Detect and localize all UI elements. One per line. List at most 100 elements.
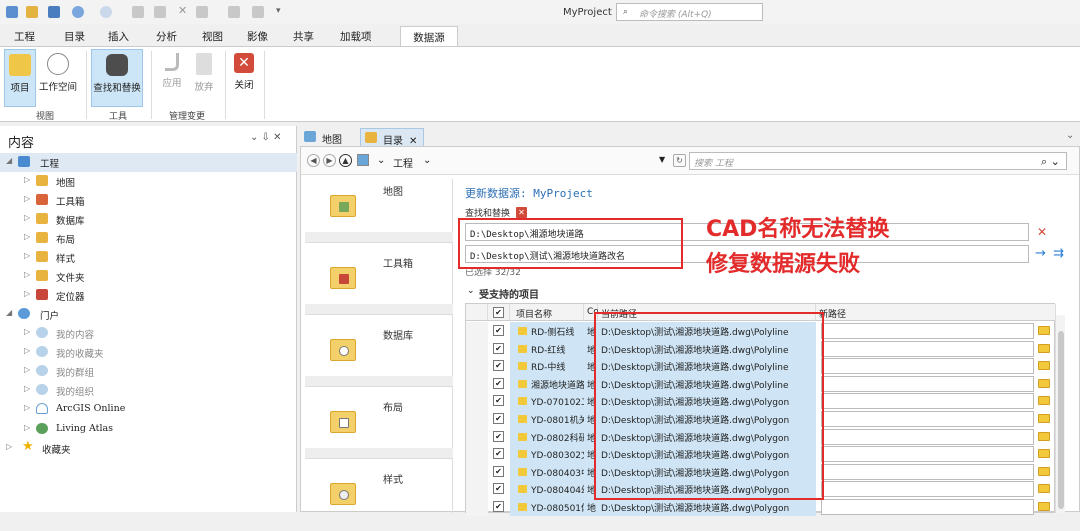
row-checkbox[interactable]: ✔ [493,430,504,442]
command-search-input[interactable]: ⌕ 命令搜索 (Alt+Q) [616,3,763,21]
row-checkbox[interactable]: ✔ [493,501,504,512]
tree-item-styles[interactable]: ▷ 样式 [0,248,297,267]
catalog-item-maps[interactable]: 地图 [305,179,453,243]
folder-browse-icon[interactable] [1038,414,1050,423]
save-edits-icon[interactable] [228,6,240,18]
folder-browse-icon[interactable] [1038,396,1050,406]
tree-item-my-organization[interactable]: ▷ 我的组织 [0,381,297,400]
select-icon[interactable] [196,6,208,18]
tab-view[interactable]: 视图 [202,29,223,44]
row-checkbox[interactable]: ✔ [493,465,504,477]
folder-browse-icon[interactable] [1038,449,1050,459]
folder-browse-icon[interactable] [1038,343,1050,353]
replace-icon[interactable]: → [1035,246,1046,261]
doc-tab-catalog[interactable]: 目录 ✕ [360,128,425,147]
tab-analysis[interactable]: 分析 [156,29,177,44]
up-icon[interactable]: ▲ [339,154,352,167]
close-button[interactable]: ✕ 关闭 [230,49,258,107]
chevron-down-icon[interactable]: ⌄ [1066,130,1074,141]
tree-item-my-content[interactable]: ▷ 我的内容 [0,324,297,343]
tree-item-databases[interactable]: ▷ 数据库 [0,210,297,229]
new-path-input[interactable] [821,358,1034,375]
catalog-search-input[interactable]: 搜索 工程 [689,152,1067,170]
catalog-item-layouts[interactable]: 布局 [305,395,453,459]
tree-item-living-atlas[interactable]: ▷ Living Atlas [0,420,297,439]
save-project-icon[interactable] [48,6,60,18]
replace-all-icon[interactable]: ⇉ [1053,246,1064,261]
row-checkbox[interactable]: ✔ [493,448,504,460]
tree-item-layouts[interactable]: ▷ 布局 [0,229,297,248]
chevron-down-icon[interactable]: ⌄ [377,155,385,166]
new-path-input[interactable] [821,499,1034,515]
column-header-name[interactable]: 项目名称 [510,304,584,321]
new-path-input[interactable] [821,481,1034,498]
apply-button[interactable]: 应用 [158,49,186,107]
new-project-icon[interactable] [6,6,18,18]
tree-item-folders[interactable]: ▷ 文件夹 [0,267,297,286]
clear-icon[interactable]: ✕ [1037,225,1047,239]
refresh-icon[interactable]: ↻ [673,154,686,167]
new-path-input[interactable] [821,393,1034,410]
folder-browse-icon[interactable] [1038,484,1050,494]
row-checkbox[interactable]: ✔ [493,342,504,354]
search-icon[interactable]: ⌕ ⌄ [1041,155,1060,169]
find-replace-button[interactable]: 查找和替换 [91,49,143,107]
redo-icon[interactable] [100,6,112,18]
row-checkbox[interactable]: ✔ [493,360,504,372]
new-path-input[interactable] [821,340,1034,357]
folder-browse-icon[interactable] [1038,378,1050,388]
tree-item-my-favorites[interactable]: ▷ 我的收藏夹 [0,343,297,362]
row-checkbox[interactable]: ✔ [493,325,504,336]
catalog-item-databases[interactable]: 数据库 [305,323,453,387]
doc-tab-map[interactable]: 地图 [300,128,348,146]
workspace-button[interactable]: 工作空间 [38,49,78,107]
tree-item-my-groups[interactable]: ▷ 我的群组 [0,362,297,381]
chevron-down-icon[interactable]: ⌄ [423,155,431,166]
column-header-new-path[interactable]: 新路径 [816,304,1056,321]
new-path-input[interactable] [821,375,1034,392]
new-path-input[interactable] [821,446,1034,463]
discard-button[interactable]: 放弃 [190,49,218,107]
close-find-replace-icon[interactable]: ✕ [516,207,527,218]
tree-item-maps[interactable]: ▷ 地图 [0,172,297,191]
folder-browse-icon[interactable] [1038,431,1050,441]
window-icon[interactable] [154,6,166,18]
row-checkbox[interactable]: ✔ [493,413,504,424]
tree-item-locators[interactable]: ▷ 定位器 [0,286,297,305]
folder-browse-icon[interactable] [1038,502,1050,511]
new-path-input[interactable] [821,463,1034,480]
tab-addins[interactable]: 加载项 [340,29,372,44]
delete-icon[interactable] [252,6,264,18]
customize-icon[interactable]: ▾ [276,6,288,18]
table-row[interactable]: ✔ YD-080501体地 D:\Desktop\测试\湘源地块道路.dwg\Pol… [466,498,1056,516]
tree-item-project[interactable]: ◢ 工程 [0,153,297,172]
row-checkbox[interactable]: ✔ [493,395,504,407]
history-dropdown-icon[interactable]: ▼ [659,155,665,164]
tree-item-toolboxes[interactable]: ▷ 工具箱 [0,191,297,210]
catalog-item-toolboxes[interactable]: 工具箱 [305,251,453,315]
new-path-input[interactable] [821,411,1034,427]
catalog-item-styles[interactable]: 样式 [305,467,453,531]
table-icon[interactable] [132,6,144,18]
tree-item-favorites[interactable]: ▷ ★ 收藏夹 [0,439,297,458]
vertical-scrollbar[interactable] [1055,315,1065,513]
select-all-checkbox[interactable]: ✔ [493,307,504,318]
chevron-down-icon[interactable]: ⌄ [467,286,475,296]
pane-controls[interactable]: ⌄ ⇩ ✕ [250,132,282,143]
new-path-input[interactable] [821,428,1034,445]
tab-project[interactable]: 工程 [14,29,35,44]
back-icon[interactable]: ◀ [307,154,320,167]
breadcrumb[interactable]: 工程 [393,155,413,170]
open-project-icon[interactable] [26,6,38,18]
tab-insert[interactable]: 插入 [108,29,129,44]
close-icon[interactable]: ✕ [178,4,190,17]
tab-share[interactable]: 共享 [293,29,314,44]
tree-item-portal[interactable]: ◢ 门户 [0,305,297,324]
expand-icon[interactable]: ◢ [6,156,12,165]
project-button[interactable]: 项目 [4,49,36,107]
tree-item-arcgis-online[interactable]: ▷ ArcGIS Online [0,400,297,419]
new-path-input[interactable] [821,323,1034,339]
tab-catalog[interactable]: 目录 [64,29,85,44]
folder-browse-icon[interactable] [1038,466,1050,476]
row-checkbox[interactable]: ✔ [493,483,504,495]
